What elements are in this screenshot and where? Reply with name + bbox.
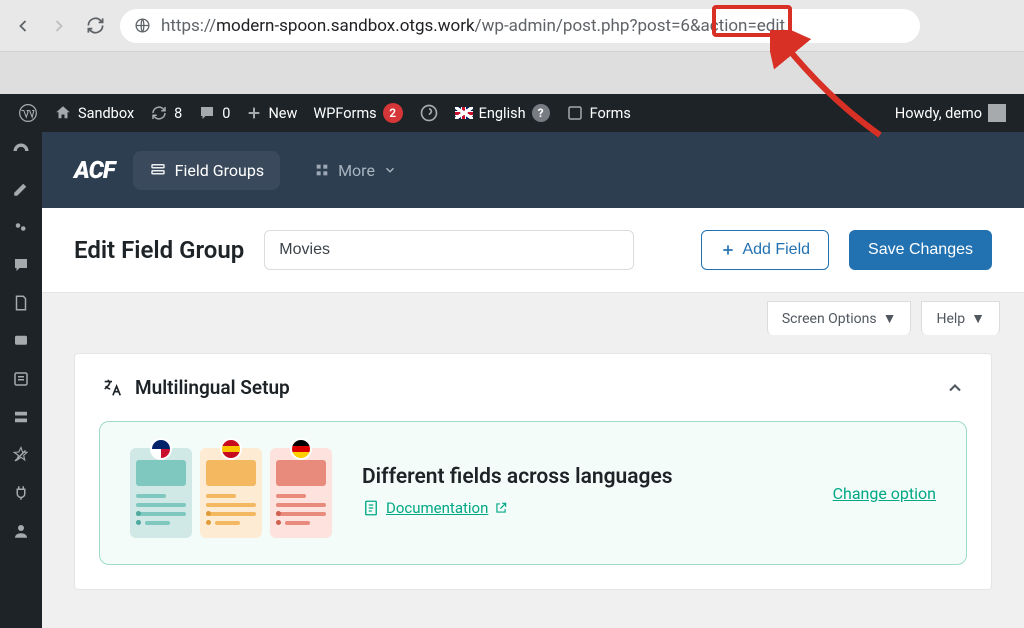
multilingual-panel: Multilingual Setup Different fields acro… (74, 353, 992, 590)
translate-icon (101, 377, 123, 399)
panel-header[interactable]: Multilingual Setup (75, 354, 991, 421)
site-link[interactable]: Sandbox (46, 94, 142, 132)
reload-button[interactable] (84, 15, 106, 37)
main-content: ACF Field Groups More Edit Field Group A… (42, 132, 1024, 628)
wpforms-badge: 2 (383, 103, 403, 123)
comments-link[interactable]: 0 (190, 94, 238, 132)
screen-meta-row: Screen Options ▼ Help ▼ (42, 293, 1024, 353)
caret-down-icon: ▼ (883, 310, 897, 327)
save-label: Save Changes (868, 241, 973, 259)
flag-uk-icon (455, 107, 473, 119)
forms-icon (566, 104, 584, 122)
appearance-icon[interactable] (10, 444, 32, 466)
edit-header-row: Edit Field Group Add Field Save Changes (42, 208, 1024, 293)
info-text: Different fields across languages Docume… (362, 465, 673, 521)
plugins-icon[interactable] (10, 482, 32, 504)
screen-options-toggle[interactable]: Screen Options ▼ (767, 301, 912, 335)
panel-title: Multilingual Setup (135, 376, 290, 399)
forms-link[interactable]: Forms (558, 94, 639, 132)
globe-icon (134, 17, 151, 34)
panel-body: Different fields across languages Docume… (75, 421, 991, 589)
document-icon (362, 499, 380, 517)
support-icon (419, 103, 439, 123)
home-icon (54, 104, 72, 122)
plus-icon (720, 242, 736, 258)
users-icon[interactable] (10, 520, 32, 542)
url-text: https://modern-spoon.sandbox.otgs.work/w… (161, 16, 785, 36)
help-circle-icon: ? (532, 104, 550, 122)
wpforms-menu-icon[interactable] (10, 368, 32, 390)
add-field-button[interactable]: Add Field (701, 230, 829, 270)
tab-field-groups[interactable]: Field Groups (133, 151, 280, 190)
avatar-icon (988, 104, 1006, 122)
info-heading: Different fields across languages (362, 465, 673, 489)
posts-icon[interactable] (10, 178, 32, 200)
back-button[interactable] (12, 15, 34, 37)
updates-count: 8 (174, 105, 182, 122)
help-label: Help (936, 311, 965, 327)
annotation-arrow-icon (770, 30, 910, 150)
feedback-icon[interactable] (10, 330, 32, 352)
field-group-title-input[interactable] (264, 230, 634, 270)
documentation-link[interactable]: Documentation (362, 499, 508, 517)
update-icon (150, 104, 168, 122)
acf-logo: ACF (74, 156, 115, 184)
help-toggle[interactable]: Help ▼ (921, 301, 1000, 335)
support-link[interactable] (411, 94, 447, 132)
wp-admin-sidebar (0, 132, 42, 628)
acf-menu-icon[interactable] (10, 406, 32, 428)
chevron-up-icon[interactable] (945, 378, 965, 398)
plus-icon (246, 105, 262, 121)
change-option-link[interactable]: Change option (833, 484, 936, 503)
tab-more-label: More (338, 161, 375, 180)
thumb-english (130, 448, 192, 538)
language-thumbnails (130, 448, 332, 538)
comments-menu-icon[interactable] (10, 254, 32, 276)
site-name: Sandbox (78, 105, 134, 122)
tab-more[interactable]: More (298, 151, 413, 190)
grid-icon (314, 162, 330, 178)
wordpress-icon (18, 103, 38, 123)
wpforms-label: WPForms (313, 105, 376, 122)
url-highlight-box (712, 5, 792, 37)
external-link-icon (494, 501, 508, 515)
forms-label: Forms (590, 105, 631, 122)
tab-field-groups-label: Field Groups (175, 161, 264, 180)
translation-info-box: Different fields across languages Docume… (99, 421, 967, 565)
flag-uk-icon (150, 438, 172, 460)
flag-es-icon (220, 438, 242, 460)
language-label: English (479, 105, 526, 122)
comments-count: 0 (222, 105, 230, 122)
list-icon (149, 161, 167, 179)
thumb-spanish (200, 448, 262, 538)
comment-icon (198, 104, 216, 122)
save-changes-button[interactable]: Save Changes (849, 230, 992, 270)
wpforms-link[interactable]: WPForms 2 (305, 94, 410, 132)
chevron-down-icon (383, 163, 397, 177)
updates-link[interactable]: 8 (142, 94, 190, 132)
dashboard-icon[interactable] (10, 140, 32, 162)
media-icon[interactable] (10, 216, 32, 238)
thumb-german (270, 448, 332, 538)
wp-logo[interactable] (10, 94, 46, 132)
pages-icon[interactable] (10, 292, 32, 314)
new-link[interactable]: New (238, 94, 305, 132)
add-field-label: Add Field (742, 241, 810, 259)
documentation-label: Documentation (386, 499, 488, 517)
forward-button[interactable] (48, 15, 70, 37)
flag-de-icon (290, 438, 312, 460)
change-option-label: Change option (833, 484, 936, 503)
caret-down-icon: ▼ (971, 310, 985, 327)
page-title: Edit Field Group (74, 236, 244, 264)
language-link[interactable]: English? (447, 94, 558, 132)
new-label: New (268, 105, 297, 122)
screen-options-label: Screen Options (782, 311, 877, 327)
